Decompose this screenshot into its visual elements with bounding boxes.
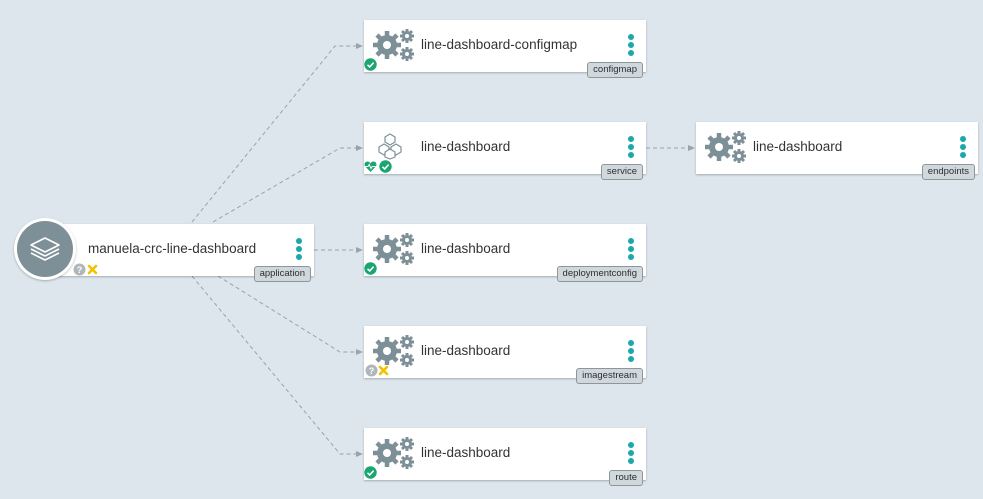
kind-badge: endpoints xyxy=(921,164,975,180)
kind-badge: deploymentconfig xyxy=(556,266,643,282)
node-service[interactable]: line-dashboard service xyxy=(364,122,646,180)
success-check-icon xyxy=(364,58,377,71)
layers-icon xyxy=(30,237,60,261)
svg-text:?: ? xyxy=(369,366,375,376)
application-kind-badge: application xyxy=(253,266,311,282)
node-title: line-dashboard xyxy=(753,139,843,154)
kind-badge: route xyxy=(609,470,643,486)
unknown-icon: ? xyxy=(73,263,86,276)
node-deploymentconfig[interactable]: line-dashboard deploymentconfig xyxy=(364,224,646,282)
edge-app-route xyxy=(191,275,363,457)
node-route[interactable]: line-dashboard route xyxy=(364,428,646,486)
edge-app-imagestream xyxy=(217,275,363,355)
application-kebab-menu-icon[interactable] xyxy=(294,238,304,260)
node-title: line-dashboard xyxy=(421,343,511,358)
kebab-menu-icon[interactable] xyxy=(958,136,968,158)
gears-icon xyxy=(373,29,414,61)
application-title: manuela-crc-line-dashboard xyxy=(88,241,257,256)
kind-badge: imagestream xyxy=(576,368,643,384)
edge-app-service xyxy=(212,145,363,223)
kebab-menu-icon[interactable] xyxy=(626,238,636,260)
edge-app-configmap xyxy=(191,43,363,223)
kebab-menu-icon[interactable] xyxy=(626,34,636,56)
kebab-menu-icon[interactable] xyxy=(626,340,636,362)
kind-badge: service xyxy=(600,164,643,180)
node-title: line-dashboard xyxy=(421,445,511,460)
kind-badge: configmap xyxy=(587,62,643,78)
success-check-icon xyxy=(364,466,377,479)
node-title: line-dashboard xyxy=(421,241,511,256)
gears-icon xyxy=(373,335,414,367)
svg-text:?: ? xyxy=(77,265,83,275)
application-icon-circle[interactable] xyxy=(14,218,76,280)
node-endpoints[interactable]: line-dashboard endpoints xyxy=(696,122,978,180)
success-check-icon xyxy=(379,160,392,173)
gears-icon xyxy=(705,131,746,163)
kebab-menu-icon[interactable] xyxy=(626,442,636,464)
gears-icon xyxy=(373,233,414,265)
kebab-menu-icon[interactable] xyxy=(626,136,636,158)
gears-icon xyxy=(373,437,414,469)
heart-pulse-icon xyxy=(364,161,377,172)
success-check-icon xyxy=(364,262,377,275)
node-title: line-dashboard xyxy=(421,139,511,154)
warning-x-icon xyxy=(87,264,98,275)
warning-x-icon xyxy=(378,365,389,376)
node-configmap[interactable]: line-dashboard-configmap configmap xyxy=(364,20,646,78)
node-title: line-dashboard-configmap xyxy=(421,37,578,52)
cubes-icon xyxy=(378,133,402,160)
node-imagestream[interactable]: line-dashboard imagestream ? xyxy=(364,326,646,384)
